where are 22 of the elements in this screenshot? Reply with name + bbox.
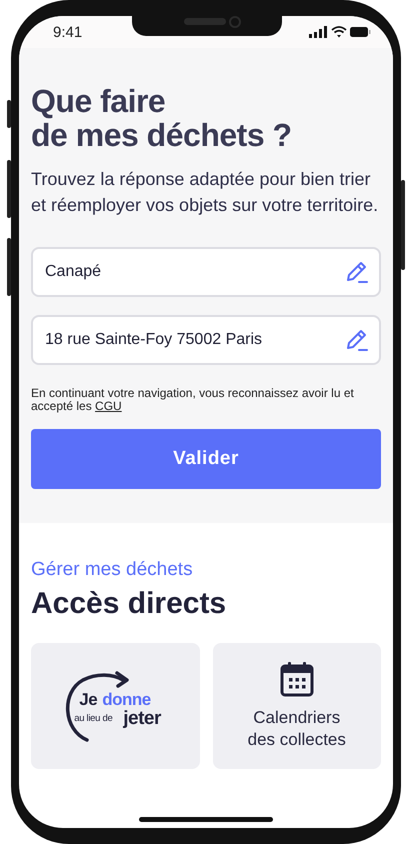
tile-card[interactable]: Calendriers des collectes xyxy=(212,643,381,769)
input-field[interactable]: 18 rue Sainte-Foy 75002 Paris xyxy=(31,315,381,365)
section-eyebrow: Gérer mes déchets xyxy=(31,559,194,581)
tile-label: Calendriers des collectes xyxy=(248,707,346,751)
input-field[interactable]: Canapé xyxy=(31,247,381,297)
subtitle: Trouvez la réponse adaptée pour bien trier et réemployer vos objets sur votre territoire. xyxy=(31,168,380,217)
status-time: 9:41 xyxy=(53,24,82,40)
terms-link[interactable]: CGU xyxy=(95,399,122,413)
speaker-grille xyxy=(184,18,226,25)
signal-icon xyxy=(309,26,327,38)
calendar-icon xyxy=(280,661,314,697)
wifi-icon xyxy=(331,26,347,38)
camera-lens xyxy=(229,16,241,28)
page-title: Que faire de mes déchets ? xyxy=(31,84,293,152)
legal-notice: En continuant votre navigation, vous reconnaissez avoir lu et accepté les CGU xyxy=(31,387,355,413)
edit-icon[interactable] xyxy=(345,328,369,352)
submit-button[interactable]: Valider xyxy=(31,429,381,489)
logo: Je donne au lieu de jeter xyxy=(63,670,168,742)
edit-icon[interactable] xyxy=(345,260,369,284)
section-title: Accès directs xyxy=(31,587,228,621)
tile-card[interactable]: Je donne au lieu de jeter xyxy=(31,643,200,769)
battery-icon xyxy=(350,27,370,37)
